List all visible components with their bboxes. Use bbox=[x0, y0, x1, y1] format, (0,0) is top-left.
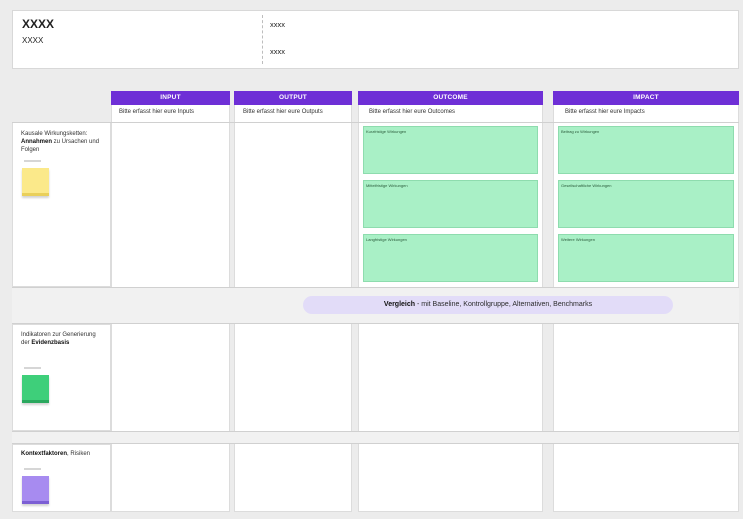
row-separator bbox=[12, 443, 739, 444]
header-field-2[interactable]: xxxx bbox=[270, 47, 285, 56]
sticky-handle bbox=[24, 160, 41, 162]
row-label-indicators: Indikatoren zur Generierung der Evidenzb… bbox=[21, 331, 101, 347]
sticky-handle bbox=[24, 468, 41, 470]
outcome-note-1[interactable]: Kurzfristige Wirkungen bbox=[363, 126, 538, 174]
note-label: Beitrag zu Wirkungen bbox=[561, 129, 600, 134]
column-prompt-output[interactable]: Bitte erfasst hier eure Outputs bbox=[243, 109, 323, 115]
row-separator bbox=[12, 323, 739, 324]
note-label: Langfristige Wirkungen bbox=[366, 237, 407, 242]
sticky-note-purple[interactable] bbox=[22, 476, 49, 504]
sticky-note-template-purple[interactable] bbox=[22, 468, 51, 504]
column-prompt-input[interactable]: Bitte erfasst hier eure Inputs bbox=[119, 109, 194, 115]
row-label-context: Kontextfaktoren, Risiken bbox=[21, 450, 101, 458]
comparison-bold: Vergleich bbox=[383, 301, 416, 308]
sticky-note-green[interactable] bbox=[22, 375, 49, 403]
column-prompt-outcome[interactable]: Bitte erfasst hier eure Outcomes bbox=[369, 109, 455, 115]
comparison-text: - mit Baseline, Kontrollgruppe, Alternat… bbox=[415, 301, 593, 308]
note-label: Gesellschaftliche Wirkungen bbox=[561, 183, 612, 188]
sticky-note-template-green[interactable] bbox=[22, 367, 51, 403]
impact-note-2[interactable]: Gesellschaftliche Wirkungen bbox=[558, 180, 734, 228]
board-title[interactable]: XXXX bbox=[22, 17, 54, 31]
header-divider bbox=[262, 15, 263, 64]
impact-note-3[interactable]: Weitere Wirkungen bbox=[558, 234, 734, 282]
column-header-outcome: OUTCOME bbox=[358, 91, 543, 105]
row-label-bold: Kontextfaktoren bbox=[21, 451, 68, 457]
impact-note-1[interactable]: Beitrag zu Wirkungen bbox=[558, 126, 734, 174]
comparison-bar[interactable]: Vergleich - mit Baseline, Kontrollgruppe… bbox=[303, 296, 673, 314]
column-header-output: OUTPUT bbox=[234, 91, 352, 105]
row-label-assumptions: Kausale Wirkungsketten: Annahmen zu Ursa… bbox=[21, 130, 101, 154]
row-label-bold: Evidenzbasis bbox=[31, 340, 70, 346]
row-label-text: Kausale Wirkungsketten: bbox=[21, 131, 88, 137]
header-card: XXXX XXXX xxxx xxxx bbox=[12, 10, 739, 69]
sticky-note-template-yellow[interactable] bbox=[22, 160, 51, 196]
row-separator bbox=[12, 122, 739, 123]
sticky-handle bbox=[24, 367, 41, 369]
column-header-input: INPUT bbox=[111, 91, 230, 105]
column-prompt-impact[interactable]: Bitte erfasst hier eure Impacts bbox=[565, 109, 645, 115]
row-label-bold: Annahmen bbox=[21, 139, 53, 145]
row-separator bbox=[12, 287, 739, 288]
row-label-text: , Risiken bbox=[67, 451, 91, 457]
note-label: Kurzfristige Wirkungen bbox=[366, 129, 407, 134]
board-subtitle[interactable]: XXXX bbox=[22, 36, 43, 45]
column-header-impact: IMPACT bbox=[553, 91, 739, 105]
header-field-1[interactable]: xxxx bbox=[270, 20, 285, 29]
outcome-note-2[interactable]: Mittelfristige Wirkungen bbox=[363, 180, 538, 228]
outcome-note-3[interactable]: Langfristige Wirkungen bbox=[363, 234, 538, 282]
note-label: Mittelfristige Wirkungen bbox=[366, 183, 408, 188]
sticky-note-yellow[interactable] bbox=[22, 168, 49, 196]
row-separator bbox=[12, 431, 739, 432]
note-label: Weitere Wirkungen bbox=[561, 237, 595, 242]
